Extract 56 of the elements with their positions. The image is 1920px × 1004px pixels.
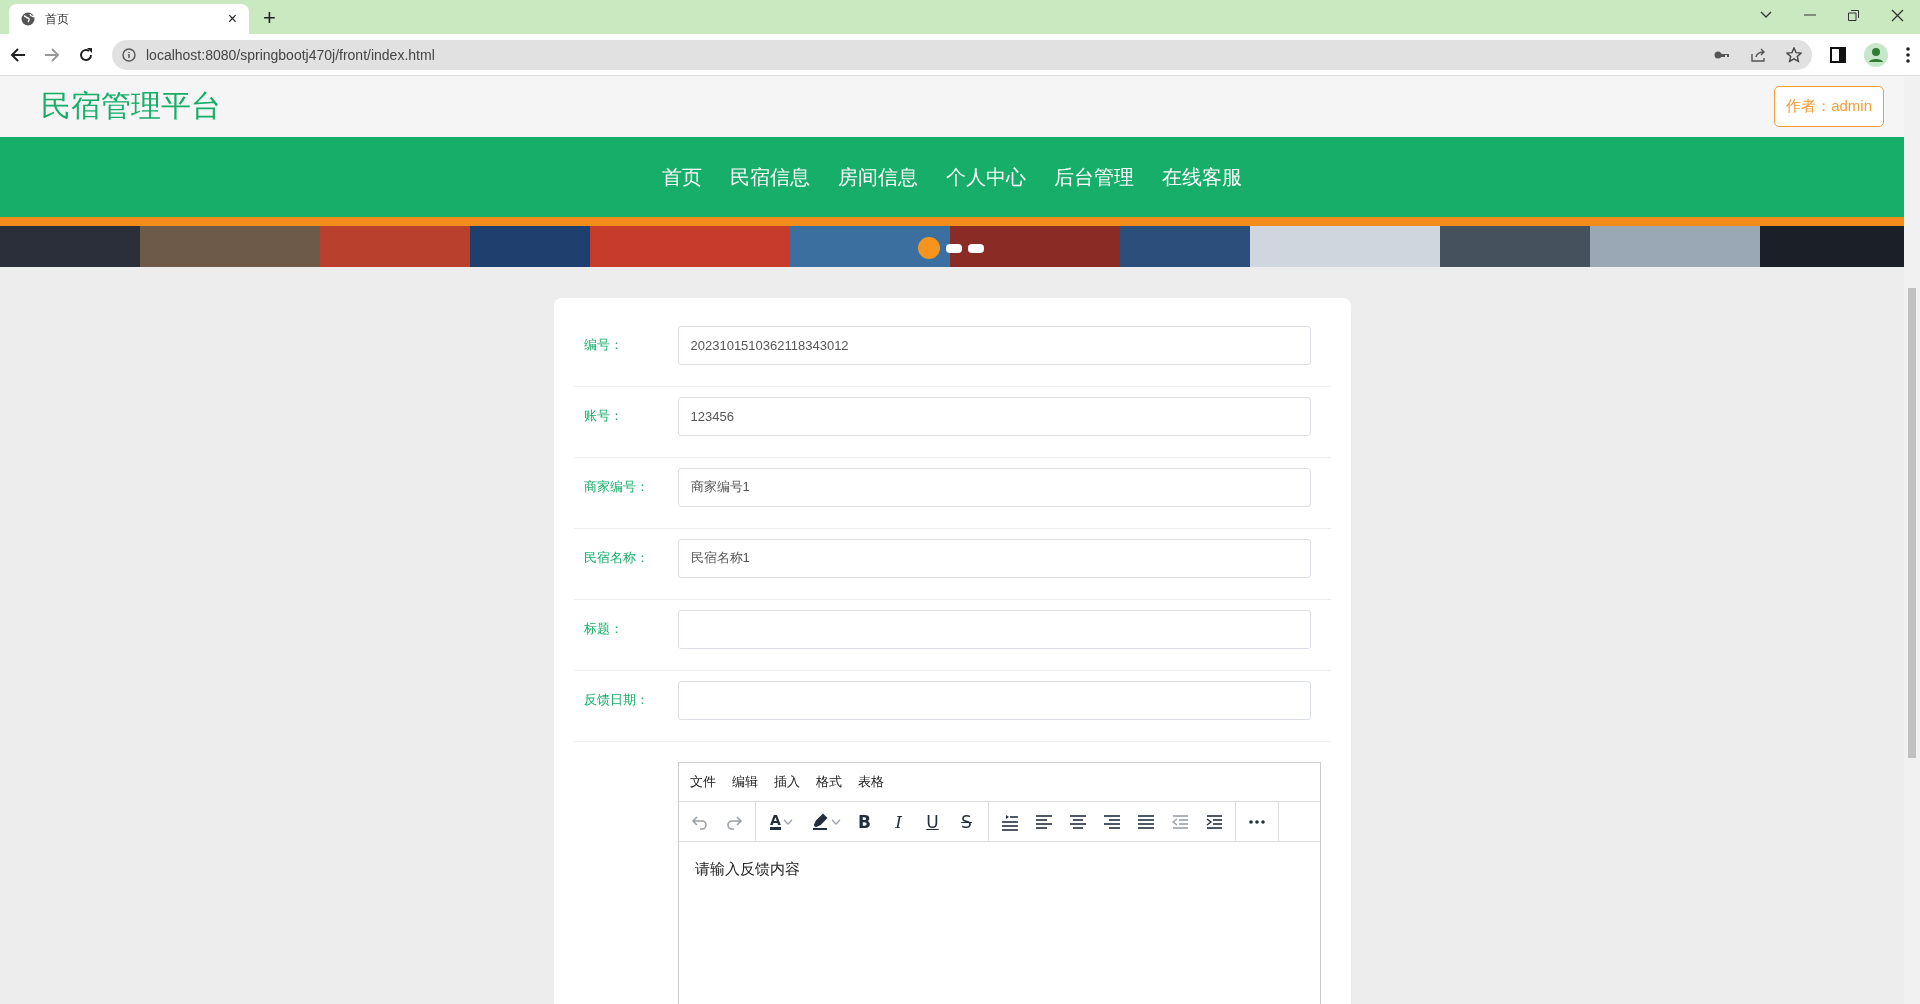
field-label: 编号： xyxy=(583,336,624,354)
field-label: 账号： xyxy=(583,407,624,425)
field-label: 反馈日期： xyxy=(583,691,650,709)
globe-icon xyxy=(21,12,35,26)
close-tab-button[interactable]: × xyxy=(227,10,237,28)
field-label: 民宿名称： xyxy=(583,549,650,567)
input-field[interactable]: 民宿名称1 xyxy=(677,538,1311,578)
close-icon[interactable] xyxy=(1891,8,1904,22)
align-right-icon xyxy=(1102,812,1121,831)
indent-icon xyxy=(1204,812,1223,831)
input-field[interactable]: 2023101510362118343012 xyxy=(677,325,1311,365)
back-icon[interactable] xyxy=(10,46,26,63)
caret-icon xyxy=(782,818,793,825)
forward-icon[interactable] xyxy=(44,46,60,63)
profile-icon[interactable] xyxy=(1864,42,1888,67)
menu-icon[interactable] xyxy=(1906,46,1910,63)
chevron-down-icon[interactable] xyxy=(1760,11,1772,19)
field-label: 标题： xyxy=(583,620,624,638)
more-icon xyxy=(1248,819,1265,824)
input-field[interactable]: 123456 xyxy=(677,396,1311,436)
strikethrough-button[interactable]: S xyxy=(949,805,984,838)
editor-menu-item[interactable]: 编辑 xyxy=(731,773,758,791)
tab-title: 首页 xyxy=(45,10,70,28)
editor-menu-item[interactable]: 插入 xyxy=(773,773,800,791)
new-tab-button[interactable]: + xyxy=(263,5,276,31)
field-label: 商家编号： xyxy=(583,478,650,496)
reload-icon[interactable] xyxy=(78,46,94,63)
text-color-button[interactable]: A xyxy=(759,805,804,838)
url-text: localhost:8080/springbootj470j/front/index.html xyxy=(146,46,436,63)
editor-menu-item[interactable]: 格式 xyxy=(815,773,842,791)
info-icon xyxy=(122,47,136,62)
side-panel-icon[interactable] xyxy=(1830,46,1846,63)
line-height-icon xyxy=(1000,812,1019,831)
align-left-icon xyxy=(1034,812,1053,831)
site-title: 民宿管理平台 xyxy=(41,88,221,124)
highlighter-icon xyxy=(810,812,829,831)
italic-button[interactable]: I xyxy=(881,805,916,838)
share-icon[interactable] xyxy=(1750,46,1766,63)
editor-menu-item[interactable]: 文件 xyxy=(689,773,716,791)
justify-icon xyxy=(1136,812,1155,831)
align-center-icon xyxy=(1068,812,1087,831)
input-field[interactable] xyxy=(677,680,1311,720)
scrollbar[interactable] xyxy=(1904,76,1920,1004)
input-field[interactable] xyxy=(677,609,1311,649)
caret-icon xyxy=(830,818,841,825)
scrollbar-thumb[interactable] xyxy=(1908,288,1916,758)
bold-button[interactable]: B xyxy=(847,805,882,838)
key-icon[interactable] xyxy=(1714,49,1730,60)
editor-menu-item[interactable]: 表格 xyxy=(857,773,884,791)
underline-button[interactable]: U xyxy=(915,805,950,838)
restore-icon[interactable] xyxy=(1848,9,1859,21)
input-field[interactable]: 商家编号1 xyxy=(677,467,1311,507)
star-icon[interactable] xyxy=(1786,46,1802,63)
address-bar[interactable]: localhost:8080/springbootj470j/front/index.html xyxy=(112,39,1812,70)
browser-tab[interactable]: 首页 × xyxy=(9,4,249,34)
outdent-icon xyxy=(1170,812,1189,831)
